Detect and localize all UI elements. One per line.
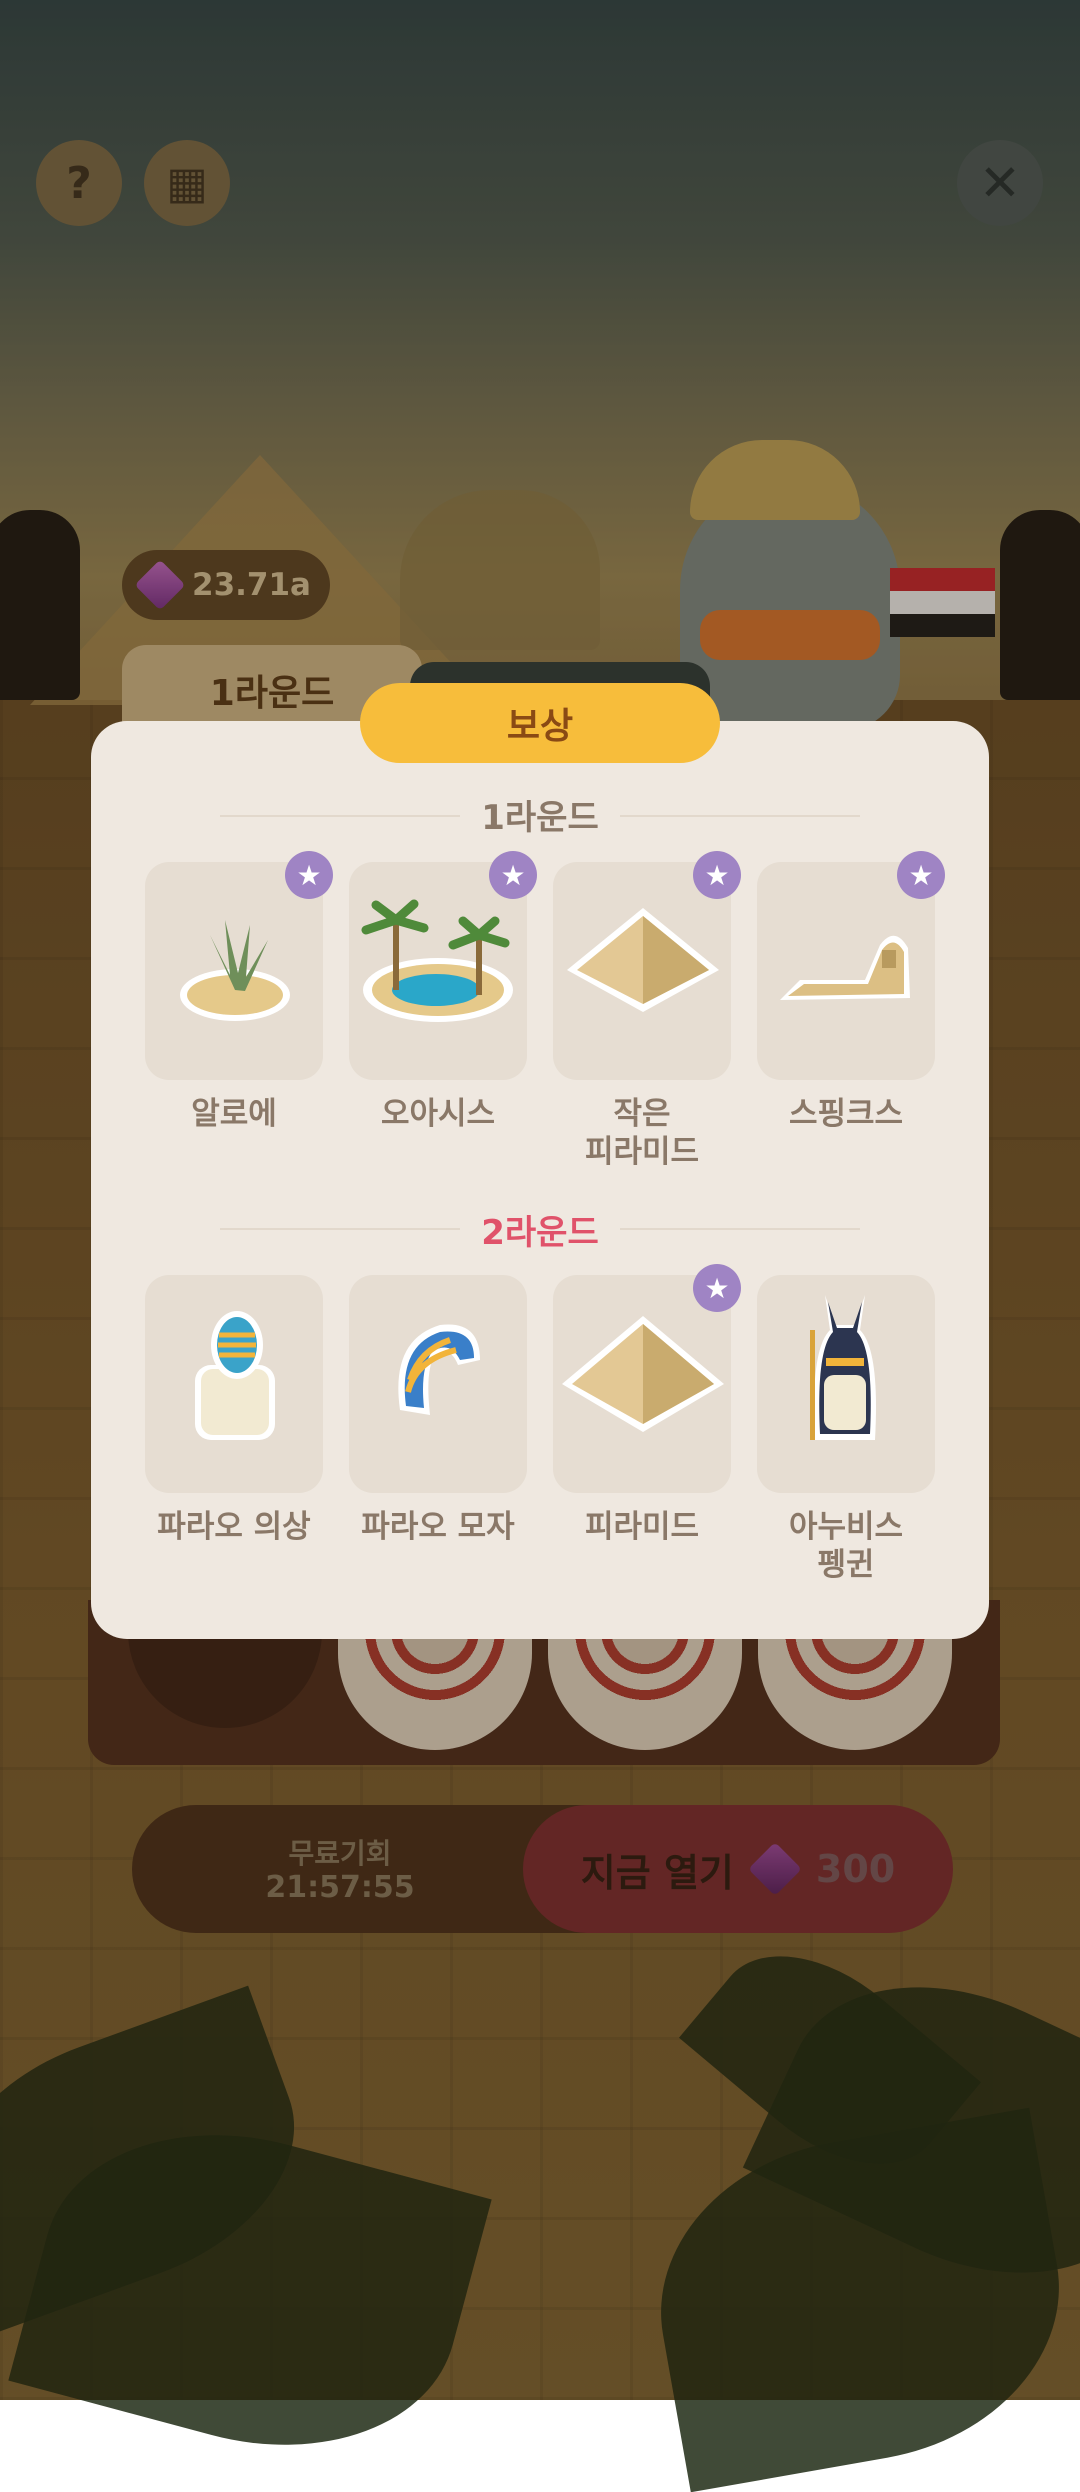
reward-title-text: 보상 xyxy=(506,706,574,747)
small-pyramid-icon xyxy=(567,908,719,1012)
sphinx-icon xyxy=(780,935,910,1000)
star-badge: ★ xyxy=(897,851,945,899)
reward-title: 보상 xyxy=(360,683,720,763)
aloe-icon xyxy=(180,920,290,1021)
pyramid-icon xyxy=(562,1316,724,1432)
round-2-title: 2라운드 xyxy=(481,1213,599,1253)
item-label-aloe: 알로에 xyxy=(191,1096,277,1132)
item-label-sphinx: 스핑크스 xyxy=(788,1096,904,1132)
item-label-pharaoh-outfit: 파라오 의상 xyxy=(157,1509,311,1545)
star-badge: ★ xyxy=(285,851,333,899)
item-label-pyramid: 피라미드 xyxy=(584,1509,700,1545)
anubis-penguin-icon xyxy=(810,1295,876,1440)
reward-modal xyxy=(91,721,989,1639)
item-label-small-pyramid: 작은 피라미드 xyxy=(584,1096,700,1170)
pharaoh-hat-icon xyxy=(398,1324,480,1415)
star-badge: ★ xyxy=(693,851,741,899)
star-badge: ★ xyxy=(489,851,537,899)
item-label-oasis: 오아시스 xyxy=(380,1096,496,1132)
item-label-pharaoh-hat: 파라오 모자 xyxy=(361,1509,515,1545)
pharaoh-outfit-icon xyxy=(195,1311,275,1440)
oasis-icon xyxy=(361,899,513,1022)
round-1-title: 1라운드 xyxy=(481,798,599,838)
star-badge: ★ xyxy=(693,1264,741,1312)
item-label-anubis-penguin: 아누비스 펭귄 xyxy=(788,1509,904,1583)
